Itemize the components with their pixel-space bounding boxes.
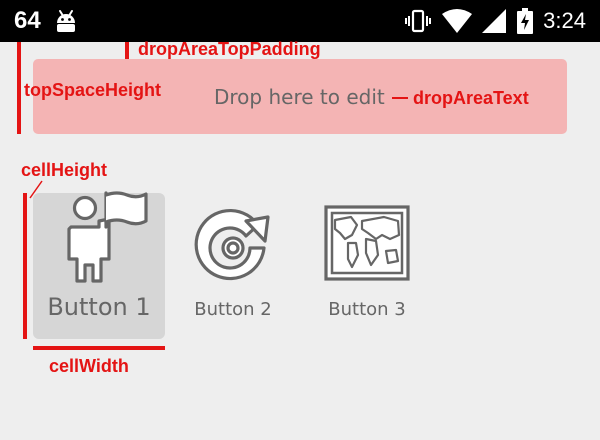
android-icon: [56, 10, 75, 32]
signal-icon: [482, 9, 507, 33]
status-notification-count: 64: [14, 7, 41, 34]
button-1-label: Button 1: [47, 293, 151, 321]
refresh-icon: [194, 208, 270, 281]
drop-area-top-padding-label: dropAreaTopPadding: [138, 39, 321, 59]
person-flag-icon: [67, 191, 148, 283]
cell-height-marker: [23, 193, 27, 339]
vibrate-icon: [405, 9, 432, 33]
drop-area-top-padding-marker: [125, 42, 129, 59]
status-time: 3:24: [543, 8, 586, 33]
button-3[interactable]: Button 3: [301, 193, 433, 339]
top-space-height-marker: [17, 42, 21, 134]
button-3-label: Button 3: [328, 299, 406, 320]
world-map-icon: [324, 205, 410, 281]
button-2-label: Button 2: [194, 299, 272, 320]
top-space-height-label: topSpaceHeight: [24, 80, 162, 100]
button-2[interactable]: Button 2: [167, 193, 299, 339]
drop-area-text-pointer: [392, 97, 408, 99]
cell-height-label: cellHeight: [21, 160, 108, 180]
battery-charging-icon: [517, 8, 534, 34]
cell-width-label: cellWidth: [49, 356, 129, 376]
drop-area-text: Drop here to edit: [214, 85, 385, 109]
button-1[interactable]: Button 1: [33, 191, 165, 339]
wifi-icon: [442, 9, 473, 33]
status-bar: 64 3:24: [0, 0, 600, 42]
cell-width-marker: [33, 346, 165, 350]
drop-area-text-label: dropAreaText: [413, 88, 529, 108]
